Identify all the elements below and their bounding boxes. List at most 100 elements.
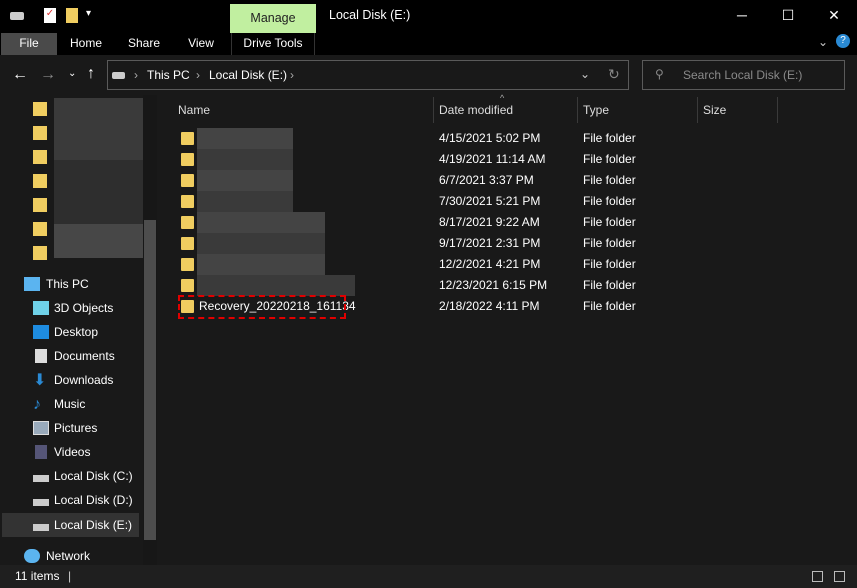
file-type: File folder xyxy=(583,215,636,229)
file-type: File folder xyxy=(583,299,636,313)
file-row[interactable]: 4/15/2021 5:02 PM File folder xyxy=(175,128,775,149)
details-view-button[interactable] xyxy=(812,571,823,582)
network-icon xyxy=(24,549,40,563)
forward-button[interactable]: → xyxy=(40,66,56,84)
folder-icon xyxy=(181,153,194,166)
computer-icon xyxy=(24,277,40,291)
quick-access-blurred xyxy=(33,98,143,263)
expand-ribbon-icon[interactable]: ⌄ xyxy=(818,35,828,49)
file-type: File folder xyxy=(583,257,636,271)
search-icon: ⚲ xyxy=(655,67,664,81)
nav-documents[interactable]: Documents xyxy=(0,344,143,368)
drive-icon xyxy=(10,12,24,20)
folder-icon xyxy=(181,216,194,229)
nav-desktop[interactable]: Desktop xyxy=(0,320,143,344)
file-date: 4/15/2021 5:02 PM xyxy=(439,131,541,145)
file-type: File folder xyxy=(583,278,636,292)
back-button[interactable]: ← xyxy=(12,66,28,84)
download-icon: ⬇ xyxy=(33,372,47,389)
file-row[interactable]: 9/17/2021 2:31 PM File folder xyxy=(175,233,775,254)
column-divider[interactable] xyxy=(433,97,434,123)
folder-icon xyxy=(181,258,194,271)
folder-icon xyxy=(181,174,194,187)
blurred-file-name xyxy=(197,191,293,212)
file-date: 4/19/2021 11:14 AM xyxy=(439,152,546,166)
column-header-date[interactable]: Date modified xyxy=(439,100,513,120)
folder-icon xyxy=(181,279,194,292)
close-button[interactable]: ✕ xyxy=(811,0,857,30)
address-dropdown-icon[interactable]: ⌄ xyxy=(580,67,590,81)
file-row[interactable]: 12/2/2021 4:21 PM File folder xyxy=(175,254,775,275)
window-title: Local Disk (E:) xyxy=(329,8,411,22)
file-row[interactable]: 7/30/2021 5:21 PM File folder xyxy=(175,191,775,212)
file-row[interactable]: 12/23/2021 6:15 PM File folder xyxy=(175,275,775,296)
folder-icon xyxy=(181,195,194,208)
file-date: 6/7/2021 3:37 PM xyxy=(439,173,534,187)
nav-music[interactable]: ♪ Music xyxy=(0,392,143,416)
pictures-icon xyxy=(33,421,49,435)
blurred-file-name xyxy=(197,275,355,296)
tab-home[interactable]: Home xyxy=(60,33,112,55)
file-row[interactable]: 4/19/2021 11:14 AM File folder xyxy=(175,149,775,170)
blurred-file-name xyxy=(197,149,293,170)
nav-downloads[interactable]: ⬇ Downloads xyxy=(0,368,143,392)
blurred-file-name xyxy=(197,254,325,275)
tab-manage[interactable]: Manage xyxy=(230,4,316,33)
nav-3d-objects[interactable]: 3D Objects xyxy=(0,296,143,320)
videos-icon xyxy=(35,445,47,459)
desktop-icon xyxy=(33,325,49,339)
nav-videos[interactable]: Videos xyxy=(0,440,143,464)
highlight-box xyxy=(178,295,346,319)
nav-local-disk-d[interactable]: Local Disk (D:) xyxy=(0,488,143,512)
column-header-name[interactable]: Name xyxy=(178,100,210,120)
tab-drive-tools[interactable]: Drive Tools xyxy=(231,33,315,55)
file-date: 2/18/2022 4:11 PM xyxy=(439,299,540,313)
address-bar[interactable]: › This PC › Local Disk (E:) › ⌄ ↻ xyxy=(107,60,629,90)
tab-file[interactable]: File xyxy=(1,33,57,55)
breadcrumb-local-disk-e[interactable]: Local Disk (E:) xyxy=(209,68,287,82)
nav-local-disk-c[interactable]: Local Disk (C:) xyxy=(0,464,143,488)
file-date: 12/2/2021 4:21 PM xyxy=(439,257,541,271)
nav-local-disk-e[interactable]: Local Disk (E:) xyxy=(2,513,139,537)
nav-scrollbar-thumb[interactable] xyxy=(144,220,156,540)
file-type: File folder xyxy=(583,236,636,250)
file-row[interactable]: 8/17/2021 9:22 AM File folder xyxy=(175,212,775,233)
file-type: File folder xyxy=(583,152,636,166)
breadcrumb-this-pc[interactable]: This PC xyxy=(147,68,190,82)
column-header-type[interactable]: Type xyxy=(583,100,609,120)
status-bar: 11 items | xyxy=(0,565,857,588)
blurred-file-name xyxy=(197,212,325,233)
properties-icon[interactable]: ✓ xyxy=(44,8,56,23)
nav-pictures[interactable]: Pictures xyxy=(0,416,143,440)
file-date: 12/23/2021 6:15 PM xyxy=(439,278,548,292)
file-date: 7/30/2021 5:21 PM xyxy=(439,194,541,208)
folder-icon xyxy=(181,237,194,250)
documents-icon xyxy=(35,349,47,363)
large-icons-view-button[interactable] xyxy=(834,571,845,582)
blurred-file-name xyxy=(197,233,325,254)
maximize-button[interactable]: ☐ xyxy=(765,0,811,30)
customize-toolbar-icon[interactable]: ▾ xyxy=(86,8,91,19)
tab-share[interactable]: Share xyxy=(118,33,170,55)
help-icon[interactable]: ? xyxy=(836,34,850,48)
column-divider[interactable] xyxy=(697,97,698,123)
nav-this-pc[interactable]: This PC xyxy=(0,272,143,296)
file-row[interactable]: 6/7/2021 3:37 PM File folder xyxy=(175,170,775,191)
tab-view[interactable]: View xyxy=(176,33,226,55)
file-type: File folder xyxy=(583,173,636,187)
search-input[interactable]: ⚲ Search Local Disk (E:) xyxy=(642,60,845,90)
folder-icon xyxy=(181,132,194,145)
blurred-file-name xyxy=(197,128,293,149)
file-date: 8/17/2021 9:22 AM xyxy=(439,215,540,229)
refresh-icon[interactable]: ↻ xyxy=(608,66,620,83)
drive-icon xyxy=(33,499,49,506)
column-header-size[interactable]: Size xyxy=(703,100,726,120)
minimize-button[interactable]: ─ xyxy=(719,0,765,30)
up-button[interactable]: ↑ xyxy=(87,65,95,83)
column-divider[interactable] xyxy=(777,97,778,123)
column-divider[interactable] xyxy=(577,97,578,123)
drive-icon xyxy=(33,475,49,482)
drive-icon xyxy=(33,524,49,531)
recent-locations-button[interactable]: ⌄ xyxy=(68,68,76,79)
new-folder-icon[interactable] xyxy=(66,8,78,23)
